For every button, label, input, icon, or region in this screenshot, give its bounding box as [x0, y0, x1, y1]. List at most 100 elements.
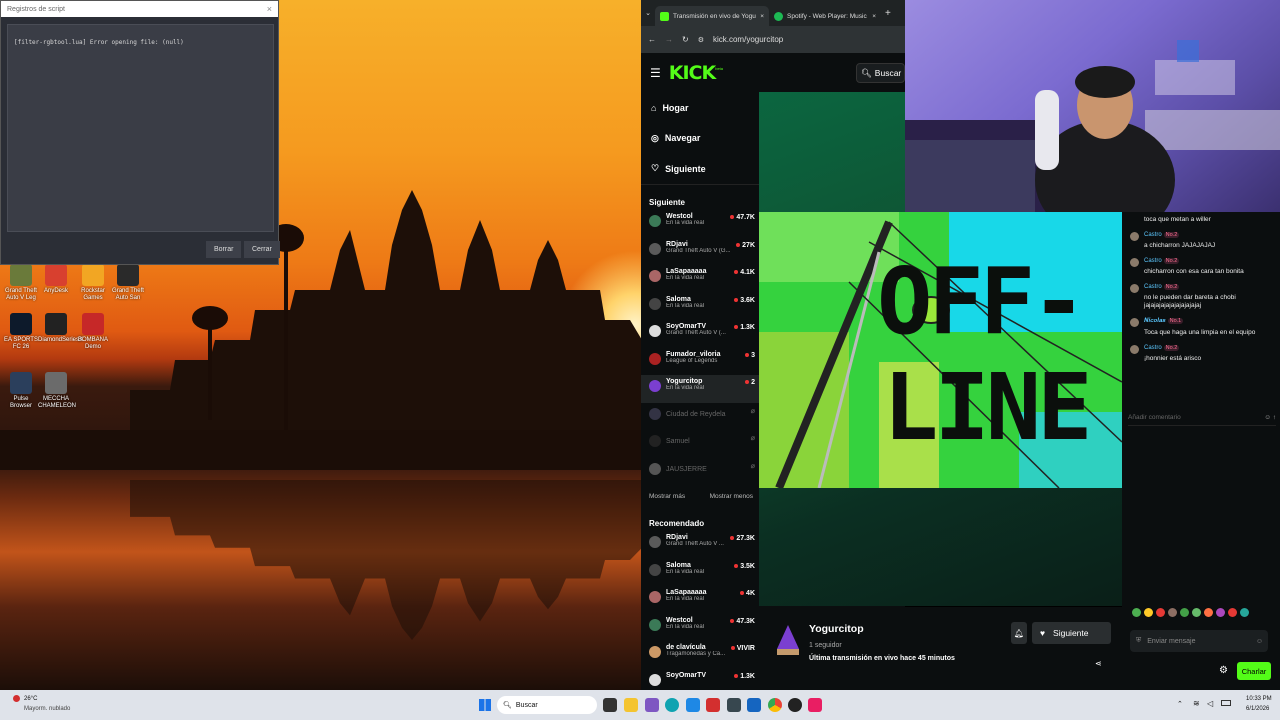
share-icon[interactable]: ⋖ [1095, 659, 1102, 668]
taskbar-time[interactable]: 10:33 PM [1246, 696, 1272, 702]
emote-icon[interactable]: ☺ ↑ [1264, 414, 1276, 421]
chat-username[interactable]: 𝑵𝒊𝒄𝒐𝒍𝒂𝒔 [1144, 318, 1166, 325]
desktop-shortcut[interactable]: MECCHA CHAMELEON [38, 372, 76, 410]
emote-icon[interactable] [1240, 608, 1249, 617]
desktop-shortcut[interactable]: BOMBANA Demo [75, 313, 111, 351]
sidebar-channel[interactable]: RDjavi Grand Theft Auto V ... 27.3K [641, 531, 759, 559]
tab-list-chevron-icon[interactable]: ⌄ [641, 9, 655, 17]
chat-input[interactable]: ⛨ Enviar mensaje ☺ [1130, 630, 1268, 652]
menu-icon[interactable]: ☰ [650, 66, 661, 80]
calculator-icon[interactable] [727, 698, 741, 712]
edge-icon[interactable] [665, 698, 679, 712]
url-field[interactable]: kick.com/yogurcitop [713, 35, 783, 44]
emote-icon[interactable] [1216, 608, 1225, 617]
emote-icon[interactable] [1144, 608, 1153, 617]
kick-logo[interactable]: KICK [669, 62, 716, 84]
emote-icon[interactable] [1132, 608, 1141, 617]
close-icon[interactable]: × [760, 13, 764, 20]
sidebar-channel[interactable]: Fumador_viloria League of Legends 3 [641, 348, 759, 376]
emote-icon[interactable] [1156, 608, 1165, 617]
sidebar-channel[interactable]: RDjavi Grand Theft Auto V (G... 27K [641, 238, 759, 266]
sidebar-channel[interactable]: Ciudad de Reydela ⌀ [641, 403, 759, 431]
emote-icon[interactable] [1204, 608, 1213, 617]
sidebar-channel[interactable]: LaSapaaaaa En la vida real 4K [641, 586, 759, 614]
emoji-icon[interactable]: ☺ [1256, 638, 1263, 645]
comment-field[interactable]: Añadir comentario ☺ ↑ [1128, 410, 1276, 426]
close-button[interactable]: Cerrar [244, 241, 280, 258]
reload-icon[interactable]: ↻ [682, 35, 689, 44]
gear-icon[interactable]: ⚙ [1219, 665, 1228, 676]
taskbar-search[interactable]: 🔍︎ Buscar [497, 696, 597, 714]
nav-home[interactable]: ⌂ Hogar [641, 93, 759, 123]
vpn-shield-icon[interactable] [645, 698, 659, 712]
tab-spotify[interactable]: Spotify - Web Player: Music fo × [769, 6, 881, 26]
desktop-shortcut[interactable]: Grand Theft Auto V Leg [3, 264, 39, 302]
battery-icon[interactable] [1221, 700, 1231, 706]
text-editor-icon[interactable] [747, 698, 761, 712]
chrome-icon[interactable] [768, 698, 782, 712]
avatar [649, 591, 661, 603]
back-arrow-icon[interactable]: ← [648, 35, 656, 44]
chat-username[interactable]: Castro [1144, 284, 1162, 290]
chat-username[interactable]: Castro [1144, 232, 1162, 238]
sidebar-channel[interactable]: SoyOmarTV Grand Theft Auto V (... 1.3K [641, 320, 759, 348]
emote-icon[interactable] [1192, 608, 1201, 617]
wifi-icon[interactable]: ≋ [1193, 699, 1200, 708]
sidebar-channel[interactable]: LaSapaaaaa En la vida real 4.1K [641, 265, 759, 293]
new-tab-button[interactable]: + [885, 8, 891, 19]
sidebar-channel[interactable]: de clavícula Tragamonedas y Ca... VIVIR [641, 641, 759, 669]
chat-username[interactable]: Castro [1144, 345, 1162, 351]
sidebar-channel[interactable]: Westcol En la vida real 47.7K [641, 210, 759, 238]
site-info-icon[interactable]: ⚙ [698, 36, 704, 44]
emote-icon[interactable] [1168, 608, 1177, 617]
task-view-icon[interactable] [603, 698, 617, 712]
desktop-shortcut[interactable]: Rockstar Games [75, 264, 111, 302]
windows-start-icon[interactable] [479, 699, 491, 711]
desktop-shortcut-label: Grand Theft Auto V Leg [5, 288, 37, 301]
desktop-shortcut[interactable]: DiamondSeriesX [38, 313, 83, 344]
tab-kick[interactable]: Transmisión en vivo de Yogurc × [655, 6, 769, 26]
follow-button[interactable]: ♥ Siguiente [1032, 622, 1111, 644]
tiktok-icon[interactable] [808, 698, 822, 712]
weather-icon[interactable] [13, 695, 20, 702]
desktop-shortcut[interactable]: Pulse Browser [3, 372, 39, 410]
log-text-area[interactable]: [filter-rgbtool.lua] Error opening file:… [7, 24, 274, 232]
sidebar-channel[interactable]: Samuel ⌀ [641, 430, 759, 458]
water-reflection [130, 480, 642, 640]
avatar [1130, 318, 1139, 327]
show-less-link[interactable]: Mostrar menos [710, 493, 753, 508]
volume-icon[interactable]: ◁ [1207, 699, 1213, 708]
sidebar-channel[interactable]: Saloma En la vida real 3.6K [641, 293, 759, 321]
close-icon[interactable]: × [872, 13, 876, 20]
tray-chevron-icon[interactable]: ⌃ [1177, 700, 1183, 708]
channel-name[interactable]: Yogurcitop [809, 623, 864, 635]
desktop-shortcut[interactable]: AnyDesk [38, 264, 74, 295]
forward-arrow-icon[interactable]: → [665, 35, 673, 44]
emote-icon[interactable] [1228, 608, 1237, 617]
sidebar-channel[interactable]: JAUSJERRE ⌀ [641, 458, 759, 486]
search-button[interactable]: 🔍︎ Buscar [856, 63, 905, 83]
obs-icon[interactable] [788, 698, 802, 712]
channel-avatar[interactable] [775, 623, 801, 657]
desktop-shortcut[interactable]: Grand Theft Auto San [110, 264, 146, 302]
sidebar-channel[interactable]: Yogurcitop En la vida real 2 [641, 375, 759, 403]
store-icon[interactable] [686, 698, 700, 712]
clear-button[interactable]: Borrar [206, 241, 242, 258]
close-icon[interactable]: × [267, 4, 272, 14]
send-button[interactable]: Charlar [1237, 662, 1271, 680]
nav-browse[interactable]: ◎ Navegar [641, 123, 759, 153]
chat-username[interactable]: Castro [1144, 258, 1162, 264]
show-more-link[interactable]: Mostrar más [649, 493, 685, 508]
app-icon [82, 313, 104, 335]
taskbar-date[interactable]: 6/1/2026 [1246, 706, 1269, 712]
sidebar-channel[interactable]: Westcol En la vida real 47.3K [641, 614, 759, 642]
app-icon [10, 264, 32, 286]
file-explorer-icon[interactable] [624, 698, 638, 712]
notification-bell-button[interactable]: 🔔︎ [1011, 622, 1027, 644]
app-l-icon[interactable] [706, 698, 720, 712]
desktop-shortcut[interactable]: EA SPORTS FC 26 [3, 313, 39, 351]
nav-following[interactable]: ♡ Siguiente [641, 153, 759, 185]
emote-icon[interactable] [1180, 608, 1189, 617]
chat-message: Castro No.2 a chicharron JAJAJAJAJ [1122, 231, 1280, 250]
sidebar-channel[interactable]: Saloma En la vida real 3.5K [641, 559, 759, 587]
